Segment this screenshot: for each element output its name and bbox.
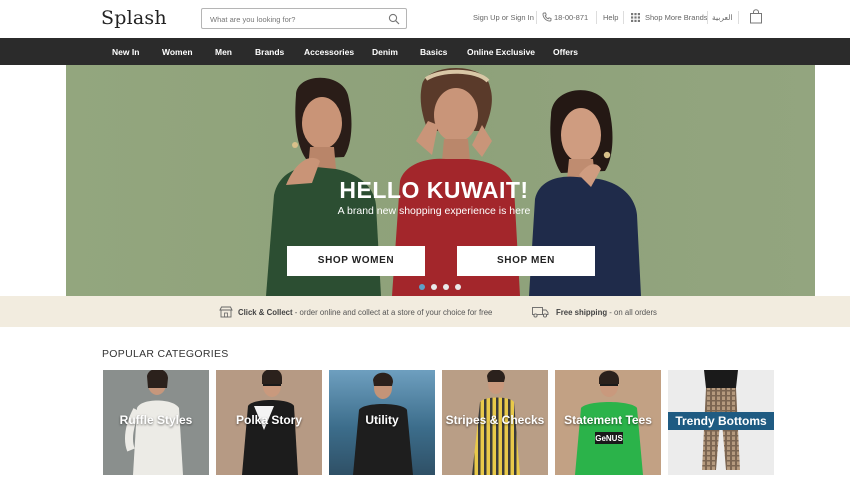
shop-women-button[interactable]: SHOP WOMEN xyxy=(287,246,425,276)
click-collect-text: Click & Collect - order online and colle… xyxy=(238,308,492,317)
store-icon xyxy=(219,306,233,318)
category-label: Stripes & Checks xyxy=(445,413,545,427)
divider xyxy=(623,11,624,24)
nav-item-women[interactable]: Women xyxy=(162,47,193,57)
category-card-polka-story[interactable]: Polka Story xyxy=(216,370,322,475)
signin-link[interactable]: Sign Up or Sign In xyxy=(473,13,534,22)
shop-men-button[interactable]: SHOP MEN xyxy=(457,246,595,276)
category-label: Statement Tees xyxy=(564,413,652,427)
svg-text:GeNUS: GeNUS xyxy=(595,434,623,443)
category-label: Polka Story xyxy=(235,413,303,427)
phone-number[interactable]: 18-00-871 xyxy=(554,13,588,22)
category-label: Utility xyxy=(365,413,399,427)
nav-item-men[interactable]: Men xyxy=(215,47,232,57)
site-logo[interactable]: Splash xyxy=(101,7,167,29)
category-label: Ruffle Styles xyxy=(119,413,193,427)
search-box[interactable] xyxy=(201,8,407,29)
grid-icon xyxy=(631,13,640,22)
carousel-dot[interactable] xyxy=(455,284,461,290)
free-shipping-text: Free shipping - on all orders xyxy=(556,308,657,317)
category-card-statement-tees[interactable]: GeNUS Statement Tees xyxy=(555,370,661,475)
category-card-utility[interactable]: Utility xyxy=(329,370,435,475)
language-toggle[interactable]: العربية xyxy=(712,13,733,22)
free-shipping-bold: Free shipping xyxy=(556,308,608,317)
search-input[interactable] xyxy=(210,12,380,26)
help-link[interactable]: Help xyxy=(603,13,618,22)
hero-title: HELLO KUWAIT! xyxy=(339,177,529,203)
nav-item-new-in[interactable]: New In xyxy=(112,47,139,57)
more-brands-link[interactable]: Shop More Brands xyxy=(645,13,708,22)
divider xyxy=(536,11,537,24)
promo-strip: Click & Collect - order online and colle… xyxy=(0,296,850,327)
carousel-dot[interactable] xyxy=(443,284,449,290)
site-header: Splash Sign Up or Sign In 18-00-871 Help… xyxy=(0,0,850,38)
truck-icon xyxy=(532,307,549,318)
click-collect-detail: - order online and collect at a store of… xyxy=(292,308,493,317)
nav-item-accessories[interactable]: Accessories xyxy=(304,47,354,57)
free-shipping-detail: - on all orders xyxy=(607,308,657,317)
search-icon[interactable] xyxy=(388,13,400,25)
nav-item-basics[interactable]: Basics xyxy=(420,47,447,57)
nav-item-online-exclusive[interactable]: Online Exclusive xyxy=(467,47,535,57)
category-card-ruffle-styles[interactable]: Ruffle Styles xyxy=(103,370,209,475)
divider xyxy=(707,11,708,24)
hero-subtitle: A brand new shopping experience is here xyxy=(337,205,531,217)
phone-icon xyxy=(542,12,552,22)
carousel-dot[interactable] xyxy=(419,284,425,290)
nav-item-denim[interactable]: Denim xyxy=(372,47,398,57)
main-nav: New In Women Men Brands Accessories Deni… xyxy=(0,38,850,65)
shopping-bag-icon[interactable] xyxy=(749,9,763,24)
category-label: Trendy Bottoms xyxy=(668,412,774,430)
hero-banner[interactable]: HELLO KUWAIT! A brand new shopping exper… xyxy=(66,65,815,296)
category-card-stripes-checks[interactable]: Stripes & Checks xyxy=(442,370,548,475)
click-collect-bold: Click & Collect xyxy=(238,308,293,317)
nav-item-offers[interactable]: Offers xyxy=(553,47,578,57)
carousel-dot[interactable] xyxy=(431,284,437,290)
divider xyxy=(596,11,597,24)
popular-categories-heading: POPULAR CATEGORIES xyxy=(102,348,229,360)
category-card-trendy-bottoms[interactable]: Trendy Bottoms xyxy=(668,370,774,475)
nav-item-brands[interactable]: Brands xyxy=(255,47,284,57)
divider xyxy=(738,11,739,24)
